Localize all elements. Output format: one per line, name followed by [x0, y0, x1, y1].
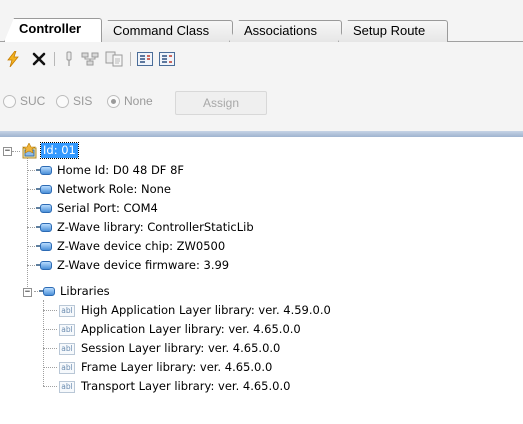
tree-connector [27, 227, 35, 228]
tree-connector [27, 189, 35, 190]
tree-library-frame[interactable]: abl Frame Layer library: ver. 4.65.0.0 [43, 359, 274, 376]
tab-controller[interactable]: Controller [4, 18, 102, 42]
tree-library-label: Session Layer library: ver. 4.65.0.0 [81, 341, 281, 355]
tree-item-network-role[interactable]: Network Role: None [27, 181, 173, 198]
tab-associations-label: Associations [244, 23, 317, 38]
text-field-icon: abl [59, 380, 75, 393]
tree-library-label: High Application Layer library: ver. 4.5… [81, 303, 331, 317]
tree-item-label: Z-Wave library: ControllerStaticLib [57, 220, 254, 234]
tab-setup-route[interactable]: Setup Route [338, 20, 448, 42]
tab-strip: Controller Command Class Associations Se… [0, 18, 523, 42]
text-field-icon: abl [59, 323, 75, 336]
tab-setup-route-label: Setup Route [353, 23, 426, 38]
controller-panel: Controller Command Class Associations Se… [0, 0, 523, 131]
network-icon[interactable] [80, 50, 100, 68]
tree-item-home-id[interactable]: Home Id: D0 48 DF 8F [27, 162, 186, 179]
toolbar-separator [54, 52, 55, 66]
tree-item-libraries-label: Libraries [60, 284, 110, 298]
assign-button[interactable]: Assign [175, 91, 267, 115]
tree-item-label: Z-Wave device firmware: 3.99 [57, 258, 230, 272]
tree-item-zwave-firmware[interactable]: Z-Wave device firmware: 3.99 [27, 257, 231, 274]
tab-associations[interactable]: Associations [229, 20, 342, 42]
port-icon [36, 241, 52, 252]
port-icon [36, 203, 52, 214]
tree-connector [12, 151, 20, 152]
tree-connector [27, 208, 35, 209]
tree-connector [27, 265, 35, 266]
tree-library-session[interactable]: abl Session Layer library: ver. 4.65.0.0 [43, 340, 282, 357]
tree-item-zwave-chip[interactable]: Z-Wave device chip: ZW0500 [27, 238, 227, 255]
radio-sis-circle[interactable] [56, 94, 69, 108]
port-icon [36, 165, 52, 176]
tree-item-label: Network Role: None [57, 182, 171, 196]
controller-info-tree: − Id: 01 Home Id: D0 48 DF 8F Network Ro… [0, 137, 523, 424]
radio-suc-label: SUC [20, 94, 46, 108]
port-icon [36, 260, 52, 271]
tree-item-zwave-library[interactable]: Z-Wave library: ControllerStaticLib [27, 219, 256, 236]
radio-none-circle[interactable] [107, 94, 120, 108]
port-icon [39, 286, 55, 297]
tab-controller-label: Controller [19, 21, 82, 36]
text-field-icon: abl [59, 361, 75, 374]
list-view-icon-2[interactable] [158, 50, 176, 68]
tree-library-label: Transport Layer library: ver. 4.65.0.0 [81, 379, 291, 393]
tab-command-class-label: Command Class [113, 23, 210, 38]
text-field-icon: abl [59, 342, 75, 355]
tree-connector [43, 386, 57, 387]
tree-library-label: Application Layer library: ver. 4.65.0.0 [81, 322, 301, 336]
radio-none[interactable]: None [107, 94, 153, 108]
toolbar [0, 46, 523, 74]
list-view-icon-1[interactable] [136, 50, 154, 68]
radio-sis[interactable]: SIS [56, 94, 92, 108]
tree-library-label: Frame Layer library: ver. 4.65.0.0 [81, 360, 273, 374]
tree-root-node[interactable]: Id: 01 [22, 141, 79, 159]
pin-icon[interactable] [60, 50, 78, 68]
tree-item-serial-port[interactable]: Serial Port: COM4 [27, 200, 160, 217]
collapse-root-icon[interactable]: − [3, 147, 12, 156]
port-icon [36, 184, 52, 195]
radio-suc-circle[interactable] [3, 94, 16, 108]
tab-command-class[interactable]: Command Class [98, 20, 233, 42]
tree-connector [43, 348, 57, 349]
tree-item-label: Serial Port: COM4 [57, 201, 158, 215]
tree-connector [43, 367, 57, 368]
controller-icon [22, 141, 38, 159]
tree-item-label: Home Id: D0 48 DF 8F [57, 163, 185, 177]
radio-sis-label: SIS [73, 94, 93, 108]
port-icon [36, 222, 52, 233]
tree-connector [27, 170, 35, 171]
tree-library-high-app[interactable]: abl High Application Layer library: ver.… [43, 302, 333, 319]
tree-root-label[interactable]: Id: 01 [40, 142, 79, 159]
tree-connector [43, 310, 57, 311]
tree-connector [43, 329, 57, 330]
delete-x-icon[interactable] [30, 50, 48, 68]
lightning-icon[interactable] [4, 50, 22, 68]
text-field-icon: abl [59, 304, 75, 317]
tree-library-app[interactable]: abl Application Layer library: ver. 4.65… [43, 321, 303, 338]
tree-connector [34, 291, 38, 292]
tree-item-label: Z-Wave device chip: ZW0500 [57, 239, 226, 253]
collapse-libraries-icon[interactable]: − [23, 288, 32, 297]
tree-connector [27, 246, 35, 247]
toolbar-separator-2 [130, 52, 131, 66]
tree-item-libraries[interactable]: Libraries [34, 283, 112, 300]
document-transfer-icon[interactable] [104, 50, 124, 68]
radio-suc[interactable]: SUC [3, 94, 45, 108]
tree-library-transport[interactable]: abl Transport Layer library: ver. 4.65.0… [43, 378, 292, 395]
radio-none-label: None [124, 94, 153, 108]
